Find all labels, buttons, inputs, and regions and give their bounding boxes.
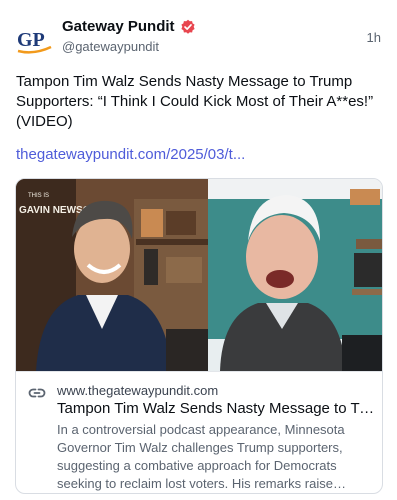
gateway-pundit-logo-icon: GP — [17, 29, 52, 54]
post[interactable]: GP Gateway Pundit @gatewaypundit 1h Tamp… — [0, 0, 397, 500]
link-preview-image: THIS IS GAVIN NEWSOM — [16, 179, 382, 371]
post-text: Tampon Tim Walz Sends Nasty Message to T… — [16, 73, 374, 130]
link-preview-card[interactable]: THIS IS GAVIN NEWSOM www.thegatewaypundi… — [15, 178, 383, 494]
thumb-sign-top: THIS IS — [28, 193, 49, 199]
link-icon — [28, 384, 46, 402]
card-domain: www.thegatewaypundit.com — [57, 383, 219, 398]
author-handle[interactable]: @gatewaypundit — [62, 39, 159, 54]
card-title[interactable]: Tampon Tim Walz Sends Nasty Message to T… — [57, 400, 375, 417]
author-name-row[interactable]: Gateway Pundit — [62, 18, 196, 35]
avatar-letters: GP — [17, 29, 45, 51]
post-timestamp[interactable]: 1h — [367, 30, 381, 45]
post-link[interactable]: thegatewaypundit.com/2025/03/t... — [16, 146, 245, 163]
link-preview-text[interactable]: www.thegatewaypundit.com Tampon Tim Walz… — [16, 371, 382, 493]
verified-badge-icon — [180, 19, 196, 35]
author-name[interactable]: Gateway Pundit — [62, 18, 175, 35]
author-avatar[interactable]: GP — [14, 20, 54, 60]
card-description: In a controversial podcast appearance, M… — [57, 422, 345, 491]
